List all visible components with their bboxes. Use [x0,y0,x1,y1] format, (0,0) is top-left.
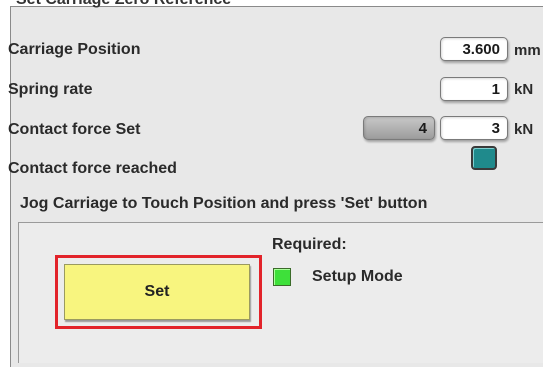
required-label: Required: [272,236,347,253]
groupbox-title: Set Carriage Zero Reference [16,0,231,9]
spring-rate-field[interactable]: 1 [440,77,508,101]
set-button[interactable]: Set [64,264,250,320]
jog-panel-title: Jog Carriage to Touch Position and press… [20,195,428,212]
carriage-position-unit: mm [514,42,541,59]
spring-rate-unit: kN [514,81,534,98]
contact-force-reached-label: Contact force reached [8,160,177,177]
contact-force-actual-field: 4 [363,116,435,140]
set-button-label: Set [144,283,170,300]
contact-force-set-unit: kN [514,121,534,138]
carriage-position-field[interactable]: 3.600 [440,37,508,61]
contact-force-set-field[interactable]: 3 [440,116,508,140]
contact-force-reached-indicator [471,146,497,170]
groupbox-title-clip: Set Carriage Zero Reference [16,0,316,12]
setup-mode-label: Setup Mode [312,268,403,285]
carriage-position-label: Carriage Position [8,41,141,58]
setup-mode-led-icon [273,268,291,286]
spring-rate-label: Spring rate [8,81,93,98]
contact-force-set-label: Contact force Set [8,121,141,138]
